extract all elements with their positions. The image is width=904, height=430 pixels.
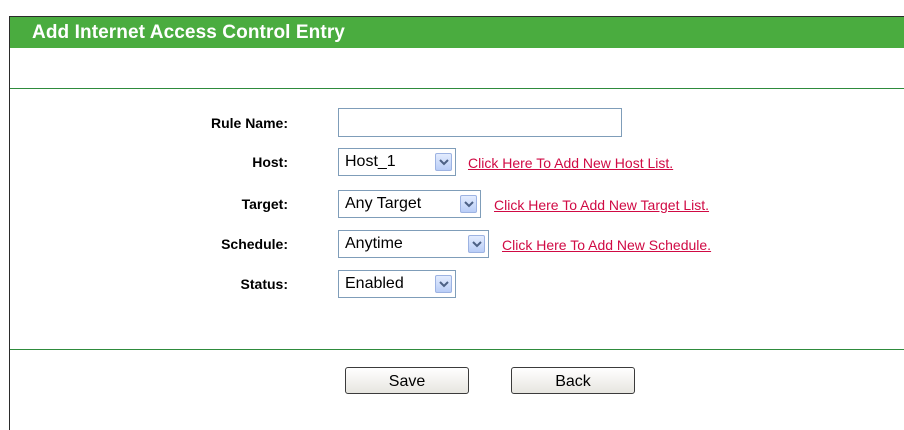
schedule-select-value: Anytime [345,235,403,252]
page-title: Add Internet Access Control Entry [10,17,904,48]
host-select[interactable]: Host_1 [338,148,456,176]
chevron-down-icon[interactable] [468,235,485,253]
target-label: Target: [241,196,288,212]
host-label: Host: [252,154,288,170]
rule-name-input[interactable] [338,108,622,137]
status-label: Status: [240,276,288,292]
chevron-down-icon[interactable] [460,195,477,213]
add-schedule-link[interactable]: Click Here To Add New Schedule. [502,237,711,253]
back-button[interactable]: Back [511,367,635,394]
schedule-select[interactable]: Anytime [338,230,489,258]
chevron-down-icon[interactable] [435,153,452,171]
status-select[interactable]: Enabled [338,270,456,298]
status-select-value: Enabled [345,275,404,292]
panel: Add Internet Access Control Entry Rule N… [9,16,904,430]
target-select-value: Any Target [345,195,422,212]
host-select-value: Host_1 [345,153,396,170]
target-select[interactable]: Any Target [338,190,481,218]
schedule-label: Schedule: [221,236,288,252]
divider-bottom [10,349,904,350]
rule-name-label: Rule Name: [210,115,288,131]
chevron-down-icon[interactable] [435,275,452,293]
save-button[interactable]: Save [345,367,469,394]
add-target-list-link[interactable]: Click Here To Add New Target List. [494,197,709,213]
divider-top [10,88,904,89]
add-host-list-link[interactable]: Click Here To Add New Host List. [468,155,673,171]
